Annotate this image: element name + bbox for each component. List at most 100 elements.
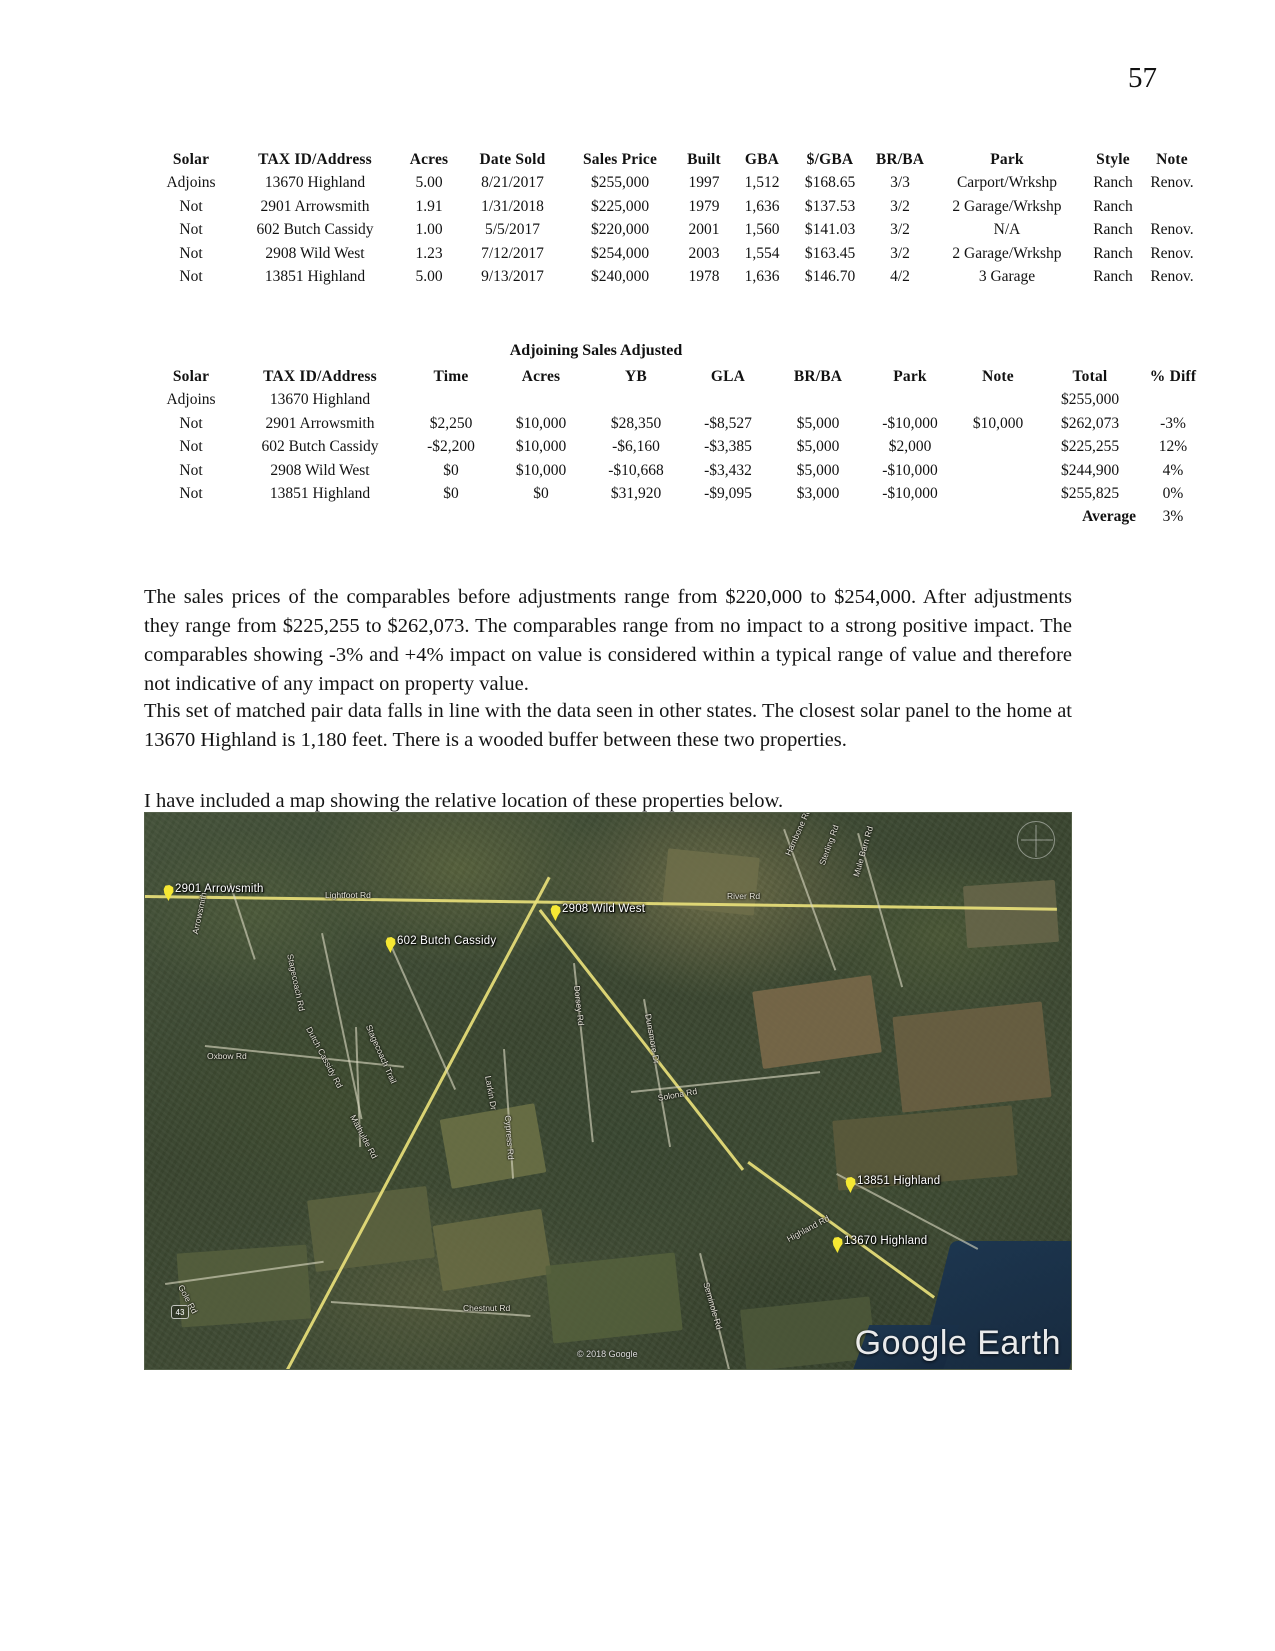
adjusted-sales-table: Solar TAX ID/Address Time Acres YB GLA B… bbox=[150, 365, 1206, 529]
cell-solar: Not bbox=[179, 438, 203, 456]
compass-icon bbox=[1017, 821, 1055, 859]
cell-acres: 1.23 bbox=[415, 244, 443, 262]
col-header-solar: Solar bbox=[172, 368, 210, 385]
paragraph-sales-price-range: The sales prices of the comparables befo… bbox=[144, 585, 1072, 695]
cell-note: Renov. bbox=[1150, 244, 1194, 262]
cell-style: Ranch bbox=[1093, 174, 1133, 192]
col-header-note: Note bbox=[982, 368, 1014, 385]
col-header-sales-price: Sales Price bbox=[582, 151, 658, 168]
cell-gla: -$9,095 bbox=[704, 484, 752, 502]
cell-built: 1979 bbox=[688, 197, 720, 215]
cell-address: 13851 Highland bbox=[269, 484, 371, 502]
cell-brba: $5,000 bbox=[796, 414, 840, 432]
col-header-yb: YB bbox=[625, 368, 647, 385]
cell-gba: 1,554 bbox=[744, 244, 780, 262]
table-row: Not 2901 Arrowsmith $2,250 $10,000 $28,3… bbox=[150, 412, 1206, 435]
cell-gba: 1,636 bbox=[744, 197, 780, 215]
cell-date: 1/31/2018 bbox=[481, 197, 544, 215]
map-field bbox=[962, 879, 1060, 949]
cell-solar: Not bbox=[179, 461, 203, 479]
cell-brba: 3/2 bbox=[890, 197, 910, 215]
cell-date: 8/21/2017 bbox=[481, 174, 544, 192]
cell-yb: -$10,668 bbox=[608, 461, 664, 479]
cell-time: $2,250 bbox=[429, 414, 473, 432]
cell-address: 2908 Wild West bbox=[270, 461, 370, 479]
cell-pct-diff: 4% bbox=[1162, 461, 1184, 479]
map-label-2901-arrowsmith: 2901 Arrowsmith bbox=[175, 883, 264, 895]
cell-address: 2901 Arrowsmith bbox=[260, 197, 370, 215]
cell-brba: $5,000 bbox=[796, 461, 840, 479]
cell-solar: Not bbox=[179, 414, 203, 432]
col-header-br-ba: BR/BA bbox=[793, 368, 843, 385]
col-header-address: TAX ID/Address bbox=[258, 151, 372, 168]
cell-acres: 1.91 bbox=[415, 197, 443, 215]
col-header-time: Time bbox=[433, 368, 469, 385]
cell-park: 2 Garage/Wrkshp bbox=[952, 197, 1062, 215]
col-header-acres: Acres bbox=[521, 368, 561, 385]
google-earth-logo: Google Earth bbox=[854, 1324, 1061, 1362]
table-row: Adjoins 13670 Highland $255,000 bbox=[150, 388, 1206, 411]
col-header-br-ba: BR/BA bbox=[875, 151, 925, 168]
aerial-map-figure: 43 2901 Arrowsmith 2908 Wild West 602 Bu… bbox=[144, 812, 1072, 1370]
road-label: Lightfoot Rd bbox=[325, 890, 371, 900]
cell-date: 5/5/2017 bbox=[484, 221, 541, 239]
cell-gla: -$3,432 bbox=[704, 461, 752, 479]
col-header-style: Style bbox=[1096, 151, 1130, 168]
map-field bbox=[892, 1001, 1052, 1113]
table-row: Not 602 Butch Cassidy 1.00 5/5/2017 $220… bbox=[150, 218, 1201, 241]
map-attribution: © 2018 Google bbox=[577, 1349, 638, 1359]
col-header-pct-diff: % Diff bbox=[1149, 368, 1197, 385]
table-row: Not 2908 Wild West 1.23 7/12/2017 $254,0… bbox=[150, 242, 1201, 265]
cell-solar: Adjoins bbox=[166, 174, 216, 192]
cell-yb: $28,350 bbox=[610, 414, 662, 432]
average-row: Average 3% bbox=[150, 505, 1206, 528]
col-header-acres: Acres bbox=[409, 151, 449, 168]
cell-brba: 3/3 bbox=[890, 174, 910, 192]
cell-gba: 1,560 bbox=[744, 221, 780, 239]
cell-acres: $10,000 bbox=[515, 461, 567, 479]
table-row: Adjoins 13670 Highland 5.00 8/21/2017 $2… bbox=[150, 171, 1201, 194]
map-canvas: 43 2901 Arrowsmith 2908 Wild West 602 Bu… bbox=[145, 813, 1071, 1369]
cell-built: 2001 bbox=[688, 221, 720, 239]
cell-park bbox=[864, 388, 956, 411]
table-header-row: Solar TAX ID/Address Acres Date Sold Sal… bbox=[150, 148, 1201, 171]
cell-park: -$10,000 bbox=[882, 414, 938, 432]
cell-style: Ranch bbox=[1093, 267, 1133, 285]
cell-price: $220,000 bbox=[590, 221, 650, 239]
cell-solar: Adjoins bbox=[166, 391, 216, 409]
map-field bbox=[752, 975, 882, 1069]
adjusted-sales-table-wrapper: Solar TAX ID/Address Time Acres YB GLA B… bbox=[150, 365, 1206, 529]
cell-acres: $10,000 bbox=[515, 438, 567, 456]
cell-time: -$2,200 bbox=[427, 438, 475, 456]
cell-price: $240,000 bbox=[590, 267, 650, 285]
cell-note: Renov. bbox=[1150, 221, 1194, 239]
col-header-gla: GLA bbox=[710, 368, 746, 385]
cell-note bbox=[956, 482, 1040, 505]
document-page: 57 Solar TAX ID/Address Acres Date Sold … bbox=[0, 0, 1275, 1651]
col-header-gba: GBA bbox=[744, 151, 780, 168]
col-header-note: Note bbox=[1156, 151, 1188, 168]
table-header-row: Solar TAX ID/Address Time Acres YB GLA B… bbox=[150, 365, 1206, 388]
cell-note: $10,000 bbox=[972, 414, 1024, 432]
cell-brba: 3/2 bbox=[890, 244, 910, 262]
cell-address: 2908 Wild West bbox=[265, 244, 365, 262]
cell-date: 7/12/2017 bbox=[481, 244, 544, 262]
cell-pct-diff: 12% bbox=[1158, 438, 1188, 456]
cell-gba: 1,636 bbox=[744, 267, 780, 285]
cell-address: 602 Butch Cassidy bbox=[261, 438, 379, 456]
road-label: River Rd bbox=[727, 891, 761, 901]
cell-note bbox=[956, 435, 1040, 458]
cell-ppgba: $163.45 bbox=[804, 244, 856, 262]
cell-acres: 1.00 bbox=[415, 221, 443, 239]
cell-ppgba: $146.70 bbox=[804, 267, 856, 285]
cell-brba: 3/2 bbox=[890, 221, 910, 239]
cell-style: Ranch bbox=[1093, 244, 1133, 262]
col-header-solar: Solar bbox=[172, 151, 210, 168]
table-row: Not 13851 Highland $0 $0 $31,920 -$9,095… bbox=[150, 482, 1206, 505]
cell-solar: Not bbox=[179, 197, 203, 215]
cell-gla: -$3,385 bbox=[704, 438, 752, 456]
paragraph-matched-pair-data: This set of matched pair data falls in l… bbox=[144, 699, 1072, 751]
cell-note bbox=[956, 459, 1040, 482]
cell-brba bbox=[772, 388, 864, 411]
table-row: Not 2901 Arrowsmith 1.91 1/31/2018 $225,… bbox=[150, 195, 1201, 218]
